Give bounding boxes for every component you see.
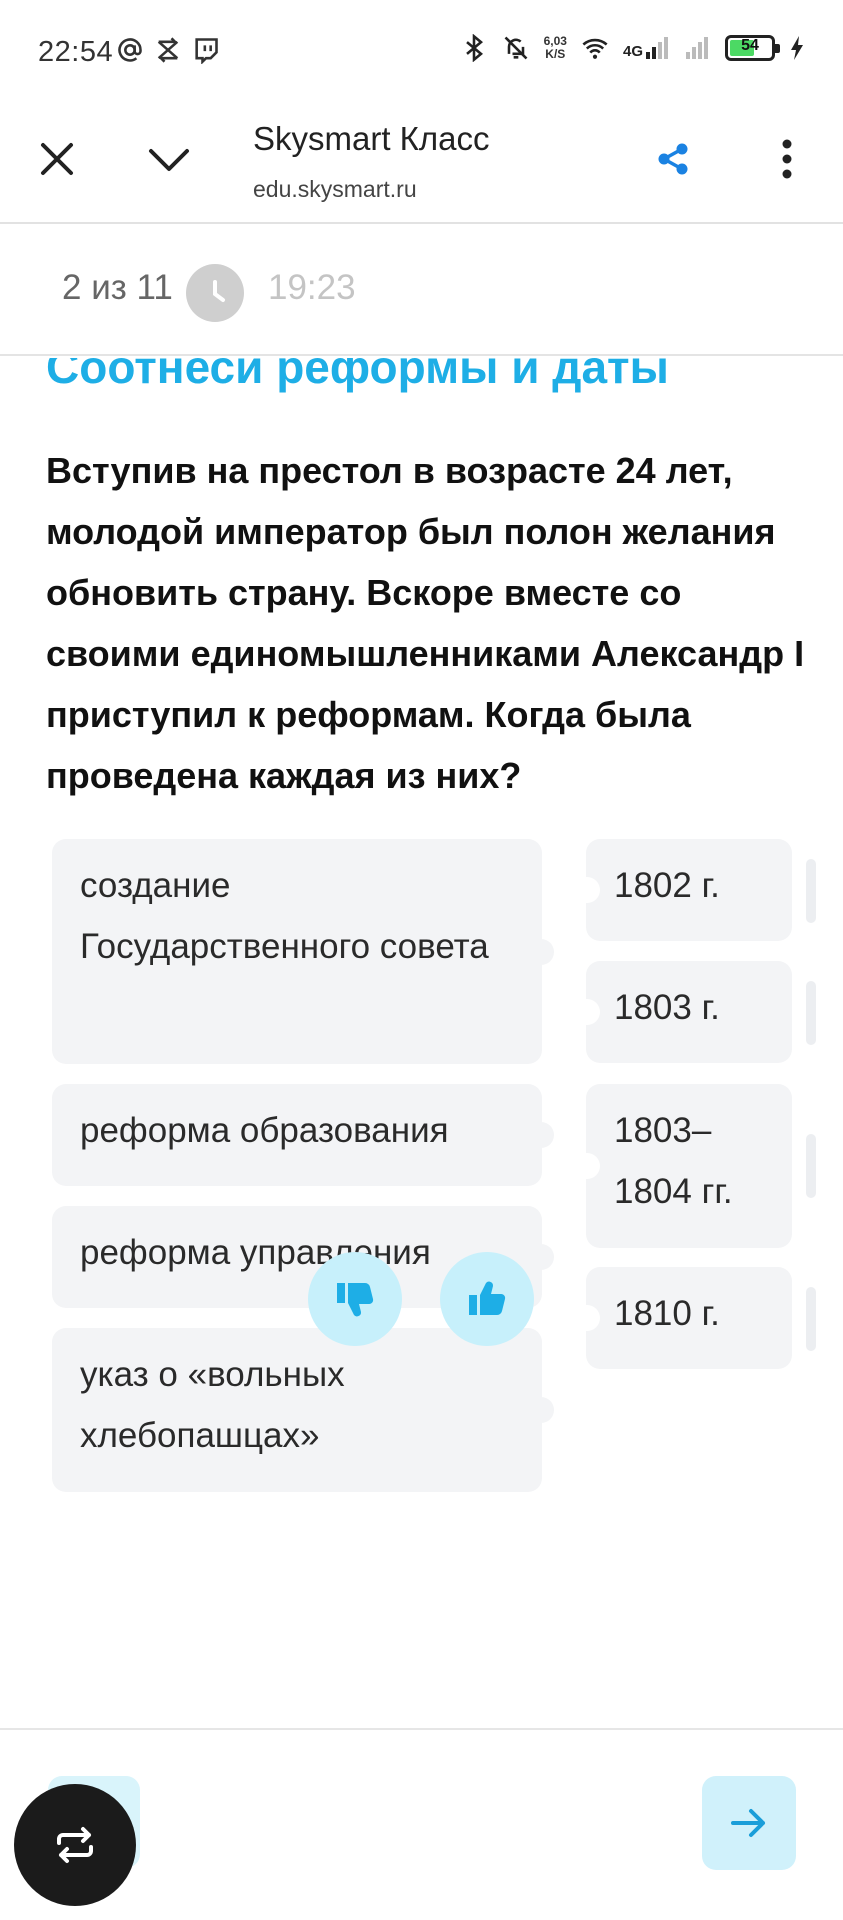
progress-row: 2 из 11 19:23 [0,226,843,356]
match-right-item[interactable]: 1810 г. [574,1267,792,1369]
connector-notch [574,1153,600,1179]
dislike-button[interactable] [308,1252,402,1346]
match-left-item[interactable]: реформа образования [52,1084,554,1186]
match-right-label: 1802 г. [614,866,720,905]
twitch-icon [195,38,218,64]
status-system-icons: 6,03 K/S 4G 54 [460,34,805,62]
connector-notch [528,1244,554,1270]
net-speed-unit: K/S [545,47,566,61]
match-left-item[interactable]: указ о «вольных хлебопашцах» [52,1328,554,1492]
battery-level: 54 [741,37,759,54]
match-left-label: создание Государственного совета [80,866,489,966]
more-vertical-icon [782,139,792,179]
wifi-icon [582,38,608,59]
more-menu-button[interactable] [752,124,822,194]
arrow-right-icon [731,1809,765,1837]
mute-icon [504,36,528,60]
like-button[interactable] [440,1252,534,1346]
timer-value: 19:23 [268,268,356,307]
drag-handle[interactable] [806,1287,816,1351]
browser-bar: Skysmart Класс edu.skysmart.ru [0,104,843,224]
at-icon [118,38,142,62]
net-speed: 6,03 K/S [544,35,567,61]
clock-icon [186,264,244,322]
status-bar: 22:54 6,03 K/S 4G 54 [0,0,843,104]
next-button[interactable] [702,1776,796,1870]
connector-notch [528,1397,554,1423]
match-right-label: 1803–1804 гг. [614,1111,733,1211]
thumbs-down-icon [337,1282,374,1317]
close-button[interactable] [22,124,92,194]
battery-tip [775,44,780,53]
match-left-item[interactable]: создание Государственного совета [52,839,554,1064]
share-icon [658,143,688,175]
battery: 54 [725,35,780,61]
drag-handle[interactable] [806,1134,816,1198]
connector-notch [574,877,600,903]
match-right-item[interactable]: 1802 г. [574,839,792,941]
connector-notch [574,1305,600,1331]
page-title: Skysmart Класс [253,120,490,157]
match-right-label: 1803 г. [614,988,720,1027]
thumbs-up-icon [469,1281,506,1316]
network-type: 4G [623,36,671,60]
connector-notch [528,1122,554,1148]
signal-icon [686,37,708,59]
task-counter: 2 из 11 [62,268,173,307]
drag-handle[interactable] [806,981,816,1045]
match-left-label: реформа образования [80,1111,449,1150]
minimize-button[interactable] [134,124,204,194]
repeat-icon [57,1827,93,1863]
sync-icon [157,37,179,63]
match-right-item[interactable]: 1803 г. [574,961,792,1063]
page-url: edu.skysmart.ru [253,176,417,202]
page: 22:54 6,03 K/S 4G 54 Skysmart Класс edu.… [0,0,843,1920]
task-description: Вступив на престол в возрасте 24 лет, мо… [46,450,805,796]
close-icon [41,143,73,175]
status-time: 22:54 [38,36,114,68]
network-label: 4G [622,43,643,60]
connector-notch [574,999,600,1025]
drag-handle[interactable] [806,859,816,923]
status-notification-icons [116,36,220,64]
match-left-label: указ о «вольных хлебопашцах» [80,1355,345,1455]
bluetooth-icon [465,34,483,62]
bottom-navigation [0,1728,843,1920]
switch-floating-button[interactable] [14,1784,136,1906]
chevron-down-icon [149,149,189,171]
match-right-item[interactable]: 1803–1804 гг. [574,1084,792,1248]
task-content: Соотнеси реформы и даты Вступив на прест… [0,358,843,1728]
share-button[interactable] [638,124,708,194]
task-title: Соотнеси реформы и даты [46,358,669,393]
match-right-label: 1810 г. [614,1294,720,1333]
connector-notch [528,938,554,965]
charging-icon [791,36,803,60]
signal-icon [646,37,668,59]
